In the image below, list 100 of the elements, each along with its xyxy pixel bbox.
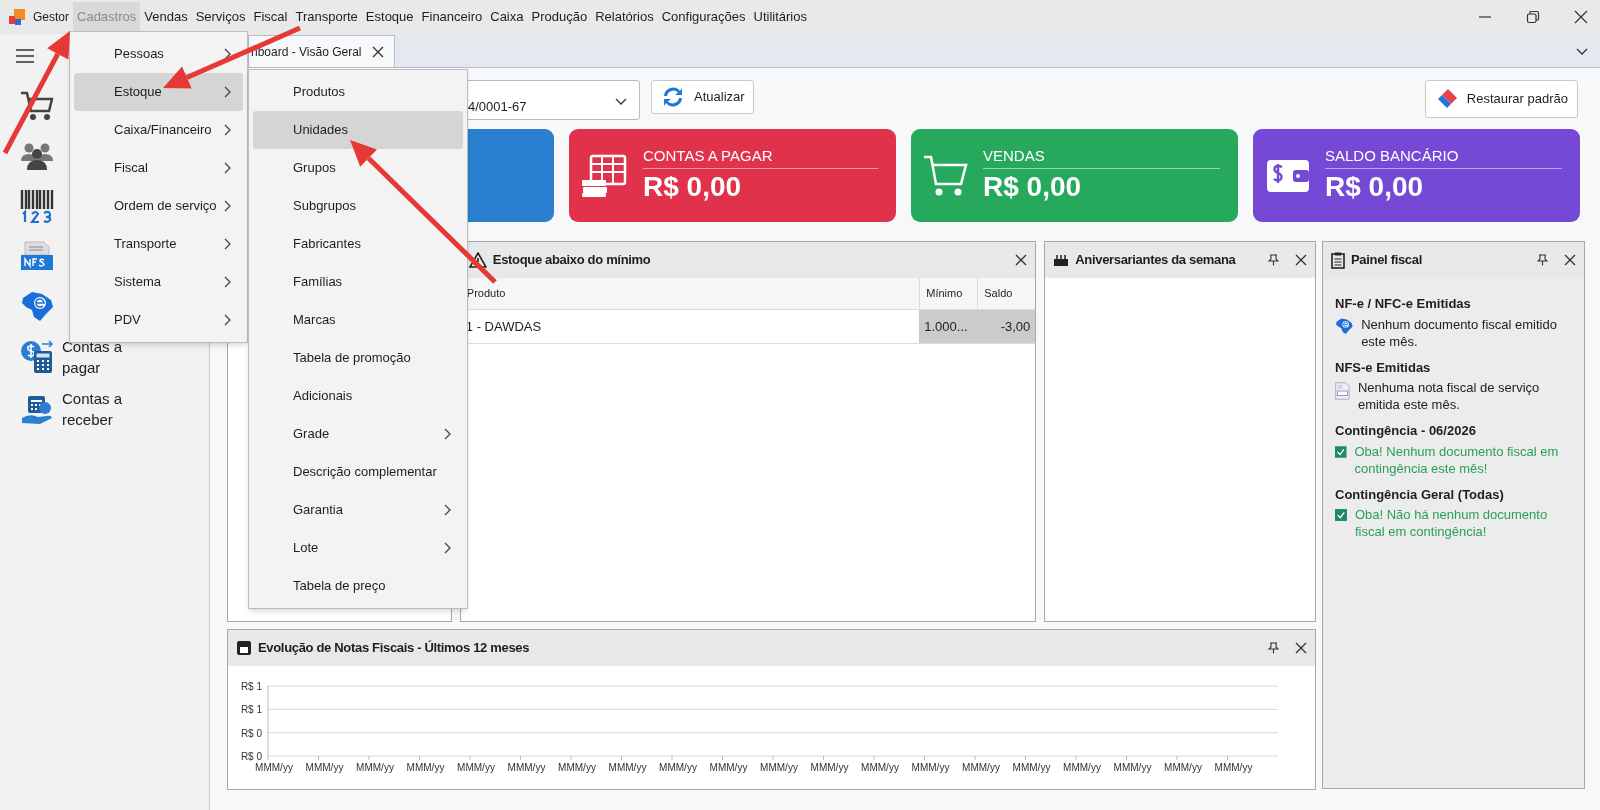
table-money-icon xyxy=(581,153,629,198)
menu-item[interactable]: Ordem de serviço xyxy=(74,187,243,225)
section-heading: NFS-e Emitidas xyxy=(1335,358,1432,377)
menu-item[interactable]: Lote xyxy=(253,529,463,567)
coin-calculator-icon[interactable] xyxy=(20,340,54,374)
menu-item[interactable]: Caixa xyxy=(486,2,528,32)
app-logo-icon xyxy=(8,8,26,26)
axis-label: MMM/yy xyxy=(911,762,950,773)
refresh-button[interactable]: Atualizar xyxy=(651,80,754,114)
menu-item[interactable]: Utilitários xyxy=(749,2,811,32)
cart-icon xyxy=(923,153,969,198)
menu-item[interactable]: Transporte xyxy=(291,2,362,32)
table-cell: 1.000... xyxy=(919,310,978,343)
cake-icon xyxy=(1053,253,1070,267)
menu-item[interactable]: Grupos xyxy=(253,149,463,187)
axis-label: MMM/yy xyxy=(406,762,445,773)
status-message: Nenhum documento fiscal emitido este mês. xyxy=(1361,315,1558,350)
axis-label: MMM/yy xyxy=(659,762,697,773)
card-title: VENDAS xyxy=(983,146,1220,169)
restore-icon[interactable] xyxy=(1526,10,1540,24)
close-icon[interactable] xyxy=(1564,254,1576,266)
menu-item[interactable]: Fiscal xyxy=(249,2,292,32)
menu-item[interactable]: Descrição complementar xyxy=(253,453,463,491)
menu-item[interactable]: Sistema xyxy=(74,263,243,301)
warning-icon xyxy=(468,252,487,268)
axis-label: MMM/yy xyxy=(1164,762,1202,773)
menu-item[interactable]: Marcas xyxy=(253,301,463,339)
menu-item[interactable]: Configurações xyxy=(657,2,750,32)
axis-label: MMM/yy xyxy=(1214,762,1253,773)
menu-item[interactable]: Estoque xyxy=(361,2,418,32)
menu-item[interactable]: Tabela de promoção xyxy=(253,339,463,377)
close-icon[interactable] xyxy=(1295,642,1307,654)
axis-label: R$ 1 xyxy=(240,704,262,716)
close-icon[interactable] xyxy=(1295,254,1307,266)
column-header[interactable]: Saldo xyxy=(984,285,1013,302)
menu-item[interactable]: Fiscal xyxy=(74,149,243,187)
map-icon[interactable] xyxy=(20,290,54,322)
card-value: R$ 0,00 xyxy=(643,170,743,204)
axis-label: MMM/yy xyxy=(760,762,798,773)
axis-label: MMM/yy xyxy=(608,762,647,773)
panel-title: Aniversariantes da semana xyxy=(1075,251,1236,270)
menu-item[interactable]: Financeiro xyxy=(417,2,487,32)
axis-label: MMM/yy xyxy=(356,762,394,773)
column-header[interactable]: Produto xyxy=(466,285,506,302)
menu-item[interactable]: Produção xyxy=(527,2,592,32)
pin-icon[interactable] xyxy=(1268,642,1279,654)
menu-item[interactable]: Relatórios xyxy=(591,2,658,32)
axis-label: R$ 0 xyxy=(240,727,262,739)
axis-label: MMM/yy xyxy=(255,762,293,773)
column-header[interactable]: Mínimo xyxy=(926,285,963,302)
menu-item[interactable]: PDV xyxy=(74,301,243,339)
status-message: Oba! Não há nenhum documento fiscal em contingência! xyxy=(1354,506,1549,540)
menu-item[interactable]: Fabricantes xyxy=(253,225,463,263)
section-heading: Contingência Geral (Todas) xyxy=(1335,485,1505,504)
axis-label: MMM/yy xyxy=(558,762,596,773)
document-icon[interactable] xyxy=(20,241,54,271)
close-icon[interactable] xyxy=(1015,254,1028,266)
restore-default-button[interactable]: Restaurar padrão xyxy=(1424,80,1578,118)
menu-item[interactable]: Produtos xyxy=(253,73,463,111)
menu-item[interactable]: Garantia xyxy=(253,491,463,529)
clipboard-icon xyxy=(1331,251,1345,269)
cart-icon[interactable] xyxy=(20,90,54,122)
card-value: R$ 0,00 xyxy=(983,170,1083,204)
axis-label: MMM/yy xyxy=(305,762,344,773)
chevron-down-icon[interactable] xyxy=(1576,48,1588,56)
pin-icon[interactable] xyxy=(1537,254,1548,266)
table-cell: -3,00 xyxy=(977,310,1036,343)
menu-item[interactable]: Unidades xyxy=(253,111,463,149)
menu-item[interactable]: Caixa/Financeiro xyxy=(74,111,243,149)
axis-label: MMM/yy xyxy=(709,762,748,773)
close-icon[interactable] xyxy=(371,45,384,58)
menu-item[interactable]: Adicionais xyxy=(253,377,463,415)
section-heading: NF-e / NFC-e Emitidas xyxy=(1335,295,1472,313)
menu-item[interactable]: Subgrupos xyxy=(253,187,463,225)
axis-label: MMM/yy xyxy=(861,762,899,773)
axis-label: MMM/yy xyxy=(457,762,495,773)
axis-label: MMM/yy xyxy=(1063,762,1101,773)
menu-item[interactable]: Serviços xyxy=(191,2,250,32)
people-icon[interactable] xyxy=(20,141,54,171)
menu-item[interactable]: Famílias xyxy=(253,263,463,301)
axis-label: MMM/yy xyxy=(507,762,546,773)
close-icon[interactable] xyxy=(1574,10,1588,24)
axis-label: MMM/yy xyxy=(1012,762,1051,773)
axis-label: MMM/yy xyxy=(1113,762,1152,773)
menu-item[interactable]: Tabela de preço xyxy=(253,567,463,605)
panel-title: Evolução de Notas Fiscais - Últimos 12 meses xyxy=(258,639,530,658)
sidebar-item[interactable]: Contas a receber xyxy=(62,388,162,430)
barcode-icon[interactable] xyxy=(20,189,54,223)
card-value: R$ 0,00 xyxy=(1325,170,1425,204)
checkbox-icon xyxy=(1335,506,1347,524)
menu-item[interactable]: Transporte xyxy=(74,225,243,263)
menu-icon[interactable] xyxy=(16,49,34,63)
menu-item[interactable]: Grade xyxy=(253,415,463,453)
status-message: Oba! Nenhum documento fiscal em contingência este mês! xyxy=(1354,442,1560,477)
axis-label: MMM/yy xyxy=(810,762,849,773)
document-icon xyxy=(1335,379,1350,403)
menu-item[interactable]: Vendas xyxy=(140,2,192,32)
menu-item[interactable]: Estoque xyxy=(74,73,243,111)
status-message: Nenhuma nota fiscal de serviço emitida este mês. xyxy=(1357,379,1541,413)
pin-icon[interactable] xyxy=(1268,254,1279,266)
